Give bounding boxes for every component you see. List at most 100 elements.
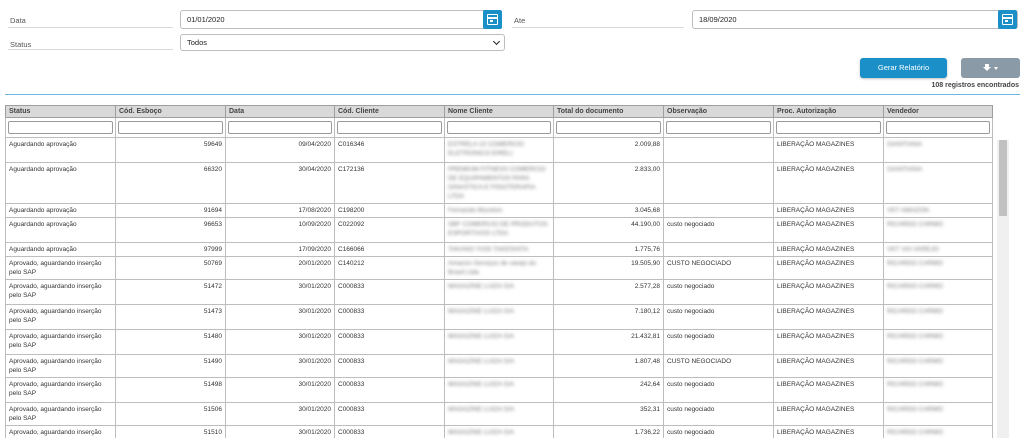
until-label-underline — [512, 27, 684, 28]
row-status-cell: Aprovado, aguardando inserção pelo SAP — [5, 256, 116, 280]
table-row[interactable]: Aprovado, aguardando inserção pelo SAP 50… — [5, 256, 993, 280]
row-client-code-cell: C140212 — [334, 256, 445, 280]
row-client-code-cell: C198200 — [334, 203, 445, 218]
filter-row — [5, 117, 993, 138]
table-row[interactable]: Aprovado, aguardando inserção pelo SAP51… — [5, 354, 993, 378]
row-date-cell: 30/01/2020 — [225, 402, 335, 426]
row-authorization-process-cell: LIBERAÇÃO MAGAZINES — [773, 256, 884, 280]
chevron-down-icon — [492, 37, 501, 46]
table-scrollbar-thumb[interactable] — [999, 140, 1007, 216]
table-row[interactable]: Aprovado, aguardando inserção pelo SAP51… — [5, 402, 993, 426]
row-document-total-cell: 2.009,88 — [553, 137, 664, 163]
table-row[interactable]: Aprovado, aguardando inserção pelo SAP51… — [5, 425, 993, 438]
generate-report-button[interactable]: Gerar Relatório — [860, 58, 947, 78]
filter-seller-input[interactable] — [886, 121, 990, 134]
table-row[interactable]: Aguardando aprovação 59649 09/04/2020 C0163… — [5, 137, 993, 163]
table-row[interactable]: Aprovado, aguardando inserção pelo SAP51… — [5, 279, 993, 305]
row-authorization-process-cell: LIBERAÇÃO MAGAZINES — [773, 279, 884, 305]
filter-cell — [334, 117, 445, 138]
column-header-document-total[interactable]: Total do documento — [553, 105, 664, 118]
row-date-cell: 09/04/2020 — [225, 137, 335, 163]
row-status-cell: Aguardando aprovação — [5, 137, 116, 163]
row-document-total-cell: 2.577,28 — [553, 279, 664, 305]
row-client-code-cell: C000833 — [334, 304, 445, 330]
row-client-name-cell: ESTRELA 10 COMERCIO ELETRONICO EIRELI — [444, 137, 554, 163]
table-row[interactable]: Aguardando aprovação 96653 10/09/2020 C0220… — [5, 217, 993, 243]
start-date-calendar-button[interactable] — [483, 10, 502, 29]
column-header-draft-code[interactable]: Cód. Esboço — [115, 105, 226, 118]
filter-document-total-input[interactable] — [556, 121, 661, 134]
row-authorization-process-cell: LIBERAÇÃO MAGAZINES — [773, 217, 884, 243]
filter-client-code-input[interactable] — [337, 121, 442, 134]
row-client-name-cell: MAGAZINE LUIZA S/A — [444, 377, 554, 403]
table-row[interactable]: Aguardando aprovação 91694 17/08/2020 C1982… — [5, 203, 993, 218]
filter-draft-code-input[interactable] — [118, 121, 223, 134]
table-row[interactable]: Aprovado, aguardando inserção pelo SAP51… — [5, 304, 993, 330]
start-date-input[interactable]: 01/01/2020 — [180, 10, 502, 29]
filter-authorization-input[interactable] — [776, 121, 881, 134]
row-client-code-cell: C166066 — [334, 242, 445, 257]
filter-date-input[interactable] — [228, 121, 332, 134]
filter-cell — [773, 117, 884, 138]
row-status-cell: Aprovado, aguardando inserção pelo SAP — [5, 402, 116, 426]
row-draft-code-cell: 51506 — [115, 402, 226, 426]
row-authorization-process-cell: LIBERAÇÃO MAGAZINES — [773, 162, 884, 204]
row-authorization-process-cell: LIBERAÇÃO MAGAZINES — [773, 377, 884, 403]
row-client-name-cell: MAGAZINE LUIZA S/A — [444, 402, 554, 426]
calendar-icon — [487, 14, 498, 25]
filter-status-input[interactable] — [8, 121, 113, 134]
filter-cell — [5, 117, 116, 138]
filter-observation-input[interactable] — [666, 121, 771, 134]
row-date-cell: 20/01/2020 — [225, 256, 335, 280]
row-client-code-cell: C000833 — [334, 279, 445, 305]
column-header-observation[interactable]: Observação — [663, 105, 774, 118]
row-status-cell: Aguardando aprovação — [5, 162, 116, 204]
row-observation-cell — [663, 137, 774, 163]
row-observation-cell — [663, 162, 774, 204]
table-row[interactable]: Aprovado, aguardando inserção pelo SAP51… — [5, 329, 993, 355]
row-authorization-process-cell: LIBERAÇÃO MAGAZINES — [773, 203, 884, 218]
row-authorization-process-cell: LIBERAÇÃO MAGAZINES — [773, 304, 884, 330]
row-document-total-cell: 242,64 — [553, 377, 664, 403]
download-icon — [983, 64, 991, 71]
row-draft-code-cell: 51510 — [115, 425, 226, 438]
export-dropdown-button[interactable] — [961, 58, 1020, 78]
column-header-client-code[interactable]: Cód. Cliente — [334, 105, 445, 118]
end-date-calendar-button[interactable] — [998, 10, 1017, 29]
column-header-date[interactable]: Data — [225, 105, 335, 118]
filter-client-name-input[interactable] — [447, 121, 551, 134]
row-seller-cell: RICARDO CARMO — [883, 402, 993, 426]
row-client-code-cell: C022092 — [334, 217, 445, 243]
column-header-authorization-process[interactable]: Proc. Autorização — [773, 105, 884, 118]
status-select[interactable]: Todos — [180, 34, 505, 51]
row-document-total-cell: 3.045,68 — [553, 203, 664, 218]
table-row[interactable]: Aguardando aprovação 97999 17/09/2020 C1660… — [5, 242, 993, 257]
column-header-seller[interactable]: Vendedor — [883, 105, 993, 118]
results-table: Status Cód. Esboço Data Cód. Cliente Nom… — [5, 105, 993, 438]
row-document-total-cell: 19.505,90 — [553, 256, 664, 280]
row-client-code-cell: C000833 — [334, 329, 445, 355]
row-observation-cell: custo negociado — [663, 377, 774, 403]
row-authorization-process-cell: LIBERAÇÃO MAGAZINES — [773, 329, 884, 355]
row-status-cell: Aguardando aprovação — [5, 242, 116, 257]
row-status-cell: Aprovado, aguardando inserção pelo SAP — [5, 354, 116, 378]
row-document-total-cell: 1.807,48 — [553, 354, 664, 378]
row-status-cell: Aprovado, aguardando inserção pelo SAP — [5, 304, 116, 330]
row-client-name-cell: MAGAZINE LUIZA S/A — [444, 329, 554, 355]
column-header-client-name[interactable]: Nome Cliente — [444, 105, 554, 118]
row-seller-cell: GIANTIANA — [883, 162, 993, 204]
table-row[interactable]: Aguardando aprovação 66320 30/04/2020 C1721… — [5, 162, 993, 204]
row-date-cell: 30/01/2020 — [225, 377, 335, 403]
table-header-row: Status Cód. Esboço Data Cód. Cliente Nom… — [5, 105, 993, 118]
row-client-name-cell: MAGAZINE LUIZA S/A — [444, 279, 554, 305]
table-row[interactable]: Aprovado, aguardando inserção pelo SAP51… — [5, 377, 993, 403]
row-seller-cell: RICARDO CARMO — [883, 377, 993, 403]
table-body: Aguardando aprovação 59649 09/04/2020 C0163… — [5, 137, 993, 438]
row-seller-cell: GIANTIANA — [883, 137, 993, 163]
row-observation-cell: custo negociado — [663, 304, 774, 330]
calendar-icon — [1002, 14, 1013, 25]
column-header-status[interactable]: Status — [5, 105, 116, 118]
row-draft-code-cell: 66320 — [115, 162, 226, 204]
row-document-total-cell: 44.190,00 — [553, 217, 664, 243]
end-date-input[interactable]: 18/09/2020 — [692, 10, 1018, 29]
